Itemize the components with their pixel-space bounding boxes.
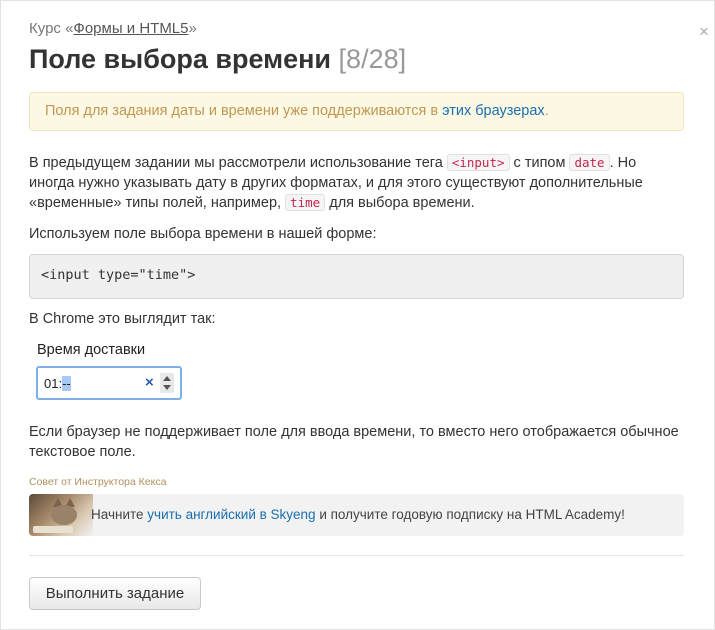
notice-text: Поля для задания даты и времени уже подд… — [45, 103, 549, 119]
cat-image — [29, 494, 93, 536]
code-input-tag: <input> — [446, 154, 510, 171]
skyeng-link[interactable]: учить английский в Skyeng — [147, 507, 315, 522]
close-icon[interactable]: × — [699, 22, 709, 42]
time-value[interactable]: 01:-- — [44, 376, 71, 391]
time-input-demo[interactable]: 01:-- × — [36, 366, 182, 400]
time-hour[interactable]: 01 — [44, 376, 58, 391]
instructor-tip: Начните учить английский в Skyeng и полу… — [29, 494, 684, 536]
divider — [29, 555, 684, 556]
tip-label: Совет от Инструктора Кекса — [29, 476, 167, 488]
browsers-link[interactable]: этих браузерах — [442, 103, 545, 119]
submit-task-button[interactable]: Выполнить задание — [29, 577, 201, 610]
tip-text-2: и получите годовую подписку на HTML Acad… — [315, 507, 625, 522]
task-counter: [8/28] — [338, 44, 407, 74]
intro-text-1: В предыдущем задании мы рассмотрели испо… — [29, 155, 447, 171]
time-minutes[interactable]: -- — [62, 376, 71, 391]
course-prefix: Курс « — [29, 20, 74, 37]
course-breadcrumb: Курс «Формы и HTML5» — [29, 20, 197, 37]
chrome-paragraph: В Chrome это выглядит так: — [29, 311, 216, 327]
code-time: time — [285, 194, 326, 211]
delivery-time-label: Время доставки — [37, 342, 146, 358]
tip-text-1: Начните — [91, 507, 148, 522]
support-notice: Поля для задания даты и времени уже подд… — [29, 92, 684, 131]
notice-end: . — [544, 103, 549, 119]
course-link[interactable]: Формы и HTML5 — [73, 20, 188, 37]
tip-text: Начните учить английский в Skyeng и полу… — [91, 507, 625, 522]
use-paragraph: Используем поле выбора времени в нашей ф… — [29, 226, 377, 242]
notice-body: Поля для задания даты и времени уже подд… — [45, 103, 443, 119]
title-text: Поле выбора времени — [29, 44, 332, 74]
spin-up-icon[interactable] — [163, 376, 171, 381]
code-date: date — [569, 154, 610, 171]
code-block-text: <input type="time"> — [41, 267, 196, 283]
cat-head — [51, 505, 77, 525]
intro-text-4: для выбора времени. — [325, 195, 475, 211]
code-block: <input type="time"> — [29, 254, 684, 299]
course-suffix: » — [188, 20, 197, 37]
page-title: Поле выбора времени [8/28] — [29, 44, 406, 75]
intro-paragraph: В предыдущем задании мы рассмотрели испо… — [29, 153, 679, 213]
spin-down-icon[interactable] — [163, 385, 171, 390]
fallback-paragraph: Если браузер не поддерживает поле для вв… — [29, 424, 679, 460]
cat-book — [33, 526, 73, 533]
spin-buttons[interactable] — [160, 373, 174, 393]
intro-text-2: с типом — [509, 155, 570, 171]
clear-icon[interactable]: × — [145, 374, 154, 391]
